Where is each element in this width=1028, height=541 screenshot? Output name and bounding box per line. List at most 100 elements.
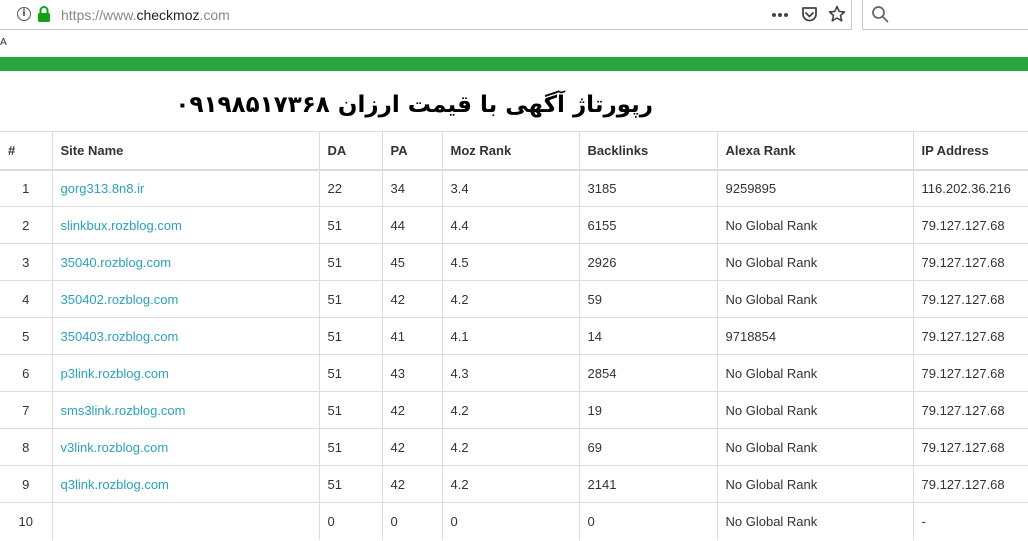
- cell-site-name: gorg313.8n8.ir: [51, 169, 319, 207]
- cell-index: 5: [0, 317, 52, 355]
- cell-da: 51: [318, 280, 382, 318]
- cell-site-name: q3link.rozblog.com: [51, 465, 319, 503]
- cell-moz-rank: 4.1: [441, 317, 579, 355]
- info-icon[interactable]: i: [17, 7, 31, 21]
- cell-backlinks: 3185: [578, 169, 717, 207]
- site-link[interactable]: sms3link.rozblog.com: [61, 403, 186, 418]
- lock-icon[interactable]: [37, 6, 51, 22]
- site-link[interactable]: 350402.rozblog.com: [61, 292, 179, 307]
- site-link[interactable]: gorg313.8n8.ir: [61, 181, 145, 196]
- cell-moz-rank: 4.5: [441, 243, 579, 281]
- column-header-backlinks: Backlinks: [578, 131, 717, 171]
- column-header-da: DA: [318, 131, 382, 171]
- site-link[interactable]: v3link.rozblog.com: [61, 440, 169, 455]
- cell-site-name: 350403.rozblog.com: [51, 317, 319, 355]
- column-header-moz-rank: Moz Rank: [441, 131, 579, 171]
- cell-alexa-rank: No Global Rank: [716, 391, 913, 429]
- cell-ip-address: 79.127.127.68: [912, 206, 1028, 244]
- cell-site-name: slinkbux.rozblog.com: [51, 206, 319, 244]
- cell-site-name: 350402.rozblog.com: [51, 280, 319, 318]
- cell-alexa-rank: No Global Rank: [716, 206, 913, 244]
- cell-alexa-rank: No Global Rank: [716, 465, 913, 503]
- cell-moz-rank: 3.4: [441, 169, 579, 207]
- table-row: 4 350402.rozblog.com 51 42 4.2 59 No Global Ra…: [0, 280, 1028, 318]
- cell-index: 6: [0, 354, 52, 392]
- cell-site-name: p3link.rozblog.com: [51, 354, 319, 392]
- cell-da: 51: [318, 428, 382, 466]
- table-row: 6 p3link.rozblog.com 51 43 4.3 2854 No Global …: [0, 354, 1028, 392]
- cell-da: 51: [318, 243, 382, 281]
- site-link[interactable]: q3link.rozblog.com: [61, 477, 169, 492]
- site-link[interactable]: slinkbux.rozblog.com: [61, 218, 182, 233]
- cell-da: 51: [318, 317, 382, 355]
- cell-backlinks: 2141: [578, 465, 717, 503]
- cell-ip-address: -: [912, 502, 1028, 540]
- cell-pa: 42: [381, 280, 442, 318]
- cell-index: 3: [0, 243, 52, 281]
- cell-ip-address: 79.127.127.68: [912, 428, 1028, 466]
- cell-index: 8: [0, 428, 52, 466]
- cell-ip-address: 79.127.127.68: [912, 465, 1028, 503]
- site-link[interactable]: 350403.rozblog.com: [61, 329, 179, 344]
- cell-alexa-rank: 9718854: [716, 317, 913, 355]
- cell-ip-address: 79.127.127.68: [912, 317, 1028, 355]
- cell-moz-rank: 0: [441, 502, 579, 540]
- cell-ip-address: 79.127.127.68: [912, 280, 1028, 318]
- column-header-site-name: Site Name: [51, 131, 319, 171]
- cell-alexa-rank: No Global Rank: [716, 280, 913, 318]
- cell-site-name: v3link.rozblog.com: [51, 428, 319, 466]
- cell-index: 4: [0, 280, 52, 318]
- column-header-alexa-rank: Alexa Rank: [716, 131, 913, 171]
- table-row: 5 350403.rozblog.com 51 41 4.1 14 9718854 79.12…: [0, 317, 1028, 355]
- column-header-index: #: [0, 131, 52, 171]
- cell-moz-rank: 4.3: [441, 354, 579, 392]
- url-text[interactable]: https://www.checkmoz.com: [61, 7, 230, 23]
- cell-da: 0: [318, 502, 382, 540]
- cell-backlinks: 2926: [578, 243, 717, 281]
- url-bar[interactable]: i https://www.checkmoz.com: [0, 0, 852, 30]
- cell-moz-rank: 4.2: [441, 428, 579, 466]
- page-actions-icon[interactable]: [771, 7, 789, 23]
- cell-ip-address: 79.127.127.68: [912, 391, 1028, 429]
- column-header-pa: PA: [381, 131, 442, 171]
- cell-alexa-rank: No Global Rank: [716, 243, 913, 281]
- cell-da: 22: [318, 169, 382, 207]
- pocket-icon[interactable]: [801, 6, 818, 23]
- cell-ip-address: 79.127.127.68: [912, 243, 1028, 281]
- cell-alexa-rank: No Global Rank: [716, 428, 913, 466]
- stray-text: A: [0, 37, 7, 48]
- header-accent-bar: [0, 57, 1028, 71]
- cell-backlinks: 69: [578, 428, 717, 466]
- cell-da: 51: [318, 206, 382, 244]
- bookmark-star-icon[interactable]: [828, 5, 846, 23]
- cell-backlinks: 2854: [578, 354, 717, 392]
- cell-da: 51: [318, 354, 382, 392]
- cell-pa: 42: [381, 428, 442, 466]
- cell-pa: 45: [381, 243, 442, 281]
- cell-site-name: 35040.rozblog.com: [51, 243, 319, 281]
- cell-backlinks: 0: [578, 502, 717, 540]
- table-row: 7 sms3link.rozblog.com 51 42 4.2 19 No Global …: [0, 391, 1028, 429]
- cell-alexa-rank: 9259895: [716, 169, 913, 207]
- table-row: 8 v3link.rozblog.com 51 42 4.2 69 No Global Ra…: [0, 428, 1028, 466]
- cell-pa: 34: [381, 169, 442, 207]
- cell-index: 9: [0, 465, 52, 503]
- search-icon[interactable]: [871, 5, 889, 23]
- cell-moz-rank: 4.2: [441, 465, 579, 503]
- cell-ip-address: 116.202.36.216: [912, 169, 1028, 207]
- cell-backlinks: 14: [578, 317, 717, 355]
- cell-da: 51: [318, 465, 382, 503]
- table-row: 10 0 0 0 0 No Global Rank -: [0, 502, 1028, 540]
- table-row: 3 35040.rozblog.com 51 45 4.5 2926 No Global R…: [0, 243, 1028, 281]
- cell-alexa-rank: No Global Rank: [716, 354, 913, 392]
- table-header-row: # Site Name DA PA Moz Rank Backlinks Ale…: [0, 131, 1028, 171]
- table-row: 2 slinkbux.rozblog.com 51 44 4.4 6155 No Globa…: [0, 206, 1028, 244]
- cell-moz-rank: 4.4: [441, 206, 579, 244]
- cell-backlinks: 19: [578, 391, 717, 429]
- cell-alexa-rank: No Global Rank: [716, 502, 913, 540]
- search-bar[interactable]: [862, 0, 1028, 30]
- site-link[interactable]: p3link.rozblog.com: [61, 366, 169, 381]
- site-link[interactable]: 35040.rozblog.com: [61, 255, 172, 270]
- cell-pa: 0: [381, 502, 442, 540]
- cell-da: 51: [318, 391, 382, 429]
